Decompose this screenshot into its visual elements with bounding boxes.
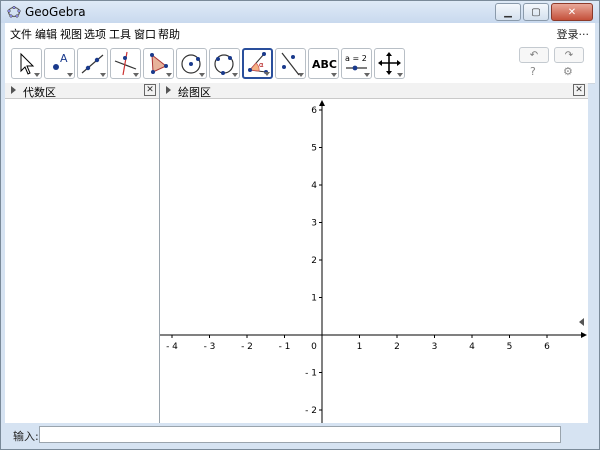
x-tick-label: - 2 xyxy=(241,342,253,352)
tool-menu-triangle-icon xyxy=(364,73,370,77)
close-button[interactable]: ✕ xyxy=(551,3,593,21)
toolbar: A α ABC a = 2 ↶ ↷ ? ⚙ xyxy=(5,43,595,84)
menu-view[interactable]: 视图 xyxy=(60,26,82,42)
new-point-tool-button[interactable]: A xyxy=(44,48,75,79)
tool-menu-triangle-icon xyxy=(67,73,73,77)
algebra-close-icon[interactable]: ✕ xyxy=(144,84,156,96)
side-panel-toggle-icon[interactable] xyxy=(579,318,584,326)
circle-center-point-tool-button[interactable] xyxy=(176,48,207,79)
tool-menu-triangle-icon xyxy=(166,73,172,77)
window-controls: ▁ ▢ ✕ xyxy=(495,3,593,21)
login-link[interactable]: 登录··· xyxy=(557,26,590,42)
input-field[interactable] xyxy=(39,426,561,443)
maximize-icon: ▢ xyxy=(531,6,541,18)
input-label: 输入: xyxy=(13,430,39,443)
tool-menu-triangle-icon xyxy=(232,73,238,77)
perpendicular-line-tool-button[interactable] xyxy=(110,48,141,79)
coordinate-axes[interactable]: - 4 - 3 - 2 - 1 0 1 2 3 4 5 6 6 5 4 3 2 1 - 1 - 2 xyxy=(160,99,588,423)
point-label-a: A xyxy=(60,52,68,65)
algebra-view[interactable]: 代数区 ✕ xyxy=(5,83,160,423)
tool-menu-triangle-icon xyxy=(331,73,337,77)
algebra-expand-arrow-icon[interactable] xyxy=(11,86,16,94)
reflect-tool-button[interactable] xyxy=(275,48,306,79)
settings-gear-icon[interactable]: ⚙ xyxy=(563,65,573,78)
graphics-expand-arrow-icon[interactable] xyxy=(166,86,171,94)
tool-menu-triangle-icon xyxy=(100,73,106,77)
angle-alpha-label: α xyxy=(259,61,264,69)
line-tool-button[interactable] xyxy=(77,48,108,79)
y-tick-label: - 1 xyxy=(305,369,317,379)
y-tick-label: 1 xyxy=(311,294,317,304)
menu-edit[interactable]: 编辑 xyxy=(35,26,57,42)
y-tick-label: 3 xyxy=(311,219,317,229)
menu-file[interactable]: 文件 xyxy=(10,26,32,42)
minimize-button[interactable]: ▁ xyxy=(495,3,521,21)
y-tick-label: 2 xyxy=(311,256,317,266)
x-tick-label: 0 xyxy=(311,342,317,352)
graphics-view-header: 绘图区 ✕ xyxy=(160,83,588,99)
undo-button[interactable]: ↶ xyxy=(519,47,549,63)
undo-icon: ↶ xyxy=(529,49,539,61)
move-tool-button[interactable] xyxy=(11,48,42,79)
graphics-close-icon[interactable]: ✕ xyxy=(573,84,585,96)
close-icon: ✕ xyxy=(567,6,577,18)
menu-bar: 文件 编辑 视图 选项 工具 窗口 帮助 登录··· xyxy=(5,23,595,44)
menu-tools[interactable]: 工具 xyxy=(109,26,131,42)
x-tick-label: 1 xyxy=(357,342,363,352)
tool-menu-triangle-icon xyxy=(199,73,205,77)
input-bar: 输入: xyxy=(5,423,595,445)
slider-tool-caption: a = 2 xyxy=(345,54,367,63)
menu-window[interactable]: 窗口 xyxy=(134,26,156,42)
tool-menu-triangle-icon xyxy=(397,73,403,77)
help-icon[interactable]: ? xyxy=(530,65,536,78)
menu-options[interactable]: 选项 xyxy=(84,26,106,42)
angle-tool-button[interactable]: α xyxy=(242,48,273,79)
text-tool-button[interactable]: ABC xyxy=(308,48,339,79)
app-window: GeoGebra ▁ ▢ ✕ 文件 编辑 视图 选项 工具 窗口 帮助 登录··… xyxy=(0,0,600,450)
tool-menu-triangle-icon xyxy=(133,73,139,77)
x-tick-label: 6 xyxy=(544,342,550,352)
maximize-button[interactable]: ▢ xyxy=(523,3,549,21)
y-tick-label: 6 xyxy=(311,106,317,116)
graphics-view-title: 绘图区 xyxy=(178,86,211,99)
graphics-view[interactable]: 绘图区 ✕ - 4 - 3 - 2 - 1 0 1 2 3 4 5 6 6 5 4 3 2 1 - 1 - 2 xyxy=(160,83,588,423)
tool-menu-triangle-icon xyxy=(298,73,304,77)
x-tick-label: 4 xyxy=(469,342,475,352)
redo-button[interactable]: ↷ xyxy=(554,47,584,63)
x-tick-label: 2 xyxy=(394,342,400,352)
menu-help[interactable]: 帮助 xyxy=(158,26,180,42)
polygon-tool-button[interactable] xyxy=(143,48,174,79)
title-bar: GeoGebra ▁ ▢ ✕ xyxy=(1,1,599,23)
slider-tool-button[interactable]: a = 2 xyxy=(341,48,372,79)
y-tick-label: - 2 xyxy=(305,406,317,416)
y-tick-label: 5 xyxy=(311,144,317,154)
redo-icon: ↷ xyxy=(564,49,574,61)
y-tick-label: 4 xyxy=(311,181,317,191)
window-title: GeoGebra xyxy=(25,5,86,19)
text-tool-abc: ABC xyxy=(312,58,337,71)
algebra-view-header: 代数区 ✕ xyxy=(5,83,159,99)
minimize-icon: ▁ xyxy=(504,6,512,18)
algebra-view-title: 代数区 xyxy=(23,86,56,99)
tool-menu-triangle-icon xyxy=(34,73,40,77)
circle-three-points-tool-button[interactable] xyxy=(209,48,240,79)
geogebra-logo-icon xyxy=(7,5,21,18)
move-graphics-view-tool-button[interactable] xyxy=(374,48,405,79)
tool-menu-triangle-icon xyxy=(264,72,270,76)
x-tick-label: 3 xyxy=(432,342,438,352)
x-tick-label: 5 xyxy=(507,342,513,352)
x-tick-label: - 1 xyxy=(279,342,291,352)
x-tick-label: - 4 xyxy=(166,342,178,352)
x-tick-label: - 3 xyxy=(204,342,216,352)
